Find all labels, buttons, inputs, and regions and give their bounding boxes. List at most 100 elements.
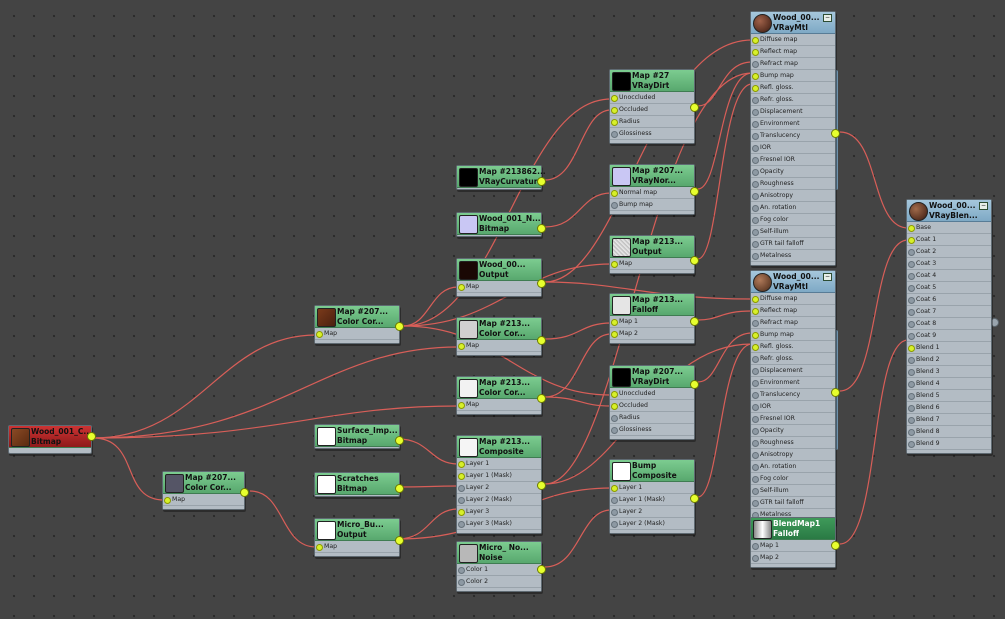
input-socket[interactable]: Bump map <box>610 199 694 211</box>
node-header[interactable]: Map #207... VRayNor... <box>610 165 694 187</box>
input-socket[interactable]: Coat 9 <box>907 330 991 342</box>
input-socket[interactable]: Base <box>907 222 991 234</box>
node-bitmap-surface[interactable]: Surface_Imp... Bitmap <box>314 424 404 449</box>
node-composite-213[interactable]: Map #213... Composite Layer 1 Layer 1 (M… <box>456 435 546 534</box>
input-socket[interactable]: Metalness <box>751 250 835 262</box>
node-header[interactable]: Map #27 VRayDirt <box>610 70 694 92</box>
output-socket[interactable] <box>831 388 840 397</box>
input-socket[interactable]: Coat 6 <box>907 294 991 306</box>
input-map[interactable]: Map <box>163 494 244 506</box>
input-socket[interactable]: Refract map <box>751 58 835 70</box>
input-socket[interactable]: Layer 2 <box>457 482 541 494</box>
node-output-213[interactable]: Map #213... Output Map <box>609 235 699 274</box>
input-socket[interactable]: Unoccluded <box>610 388 694 400</box>
node-header[interactable]: Micro_Bu... Output <box>315 519 399 541</box>
node-header[interactable]: Wood_00... VRayMtl − <box>751 271 835 293</box>
node-color-correction-213a[interactable]: Map #213... Color Cor... Map <box>456 317 546 356</box>
output-socket[interactable] <box>395 484 404 493</box>
input-socket[interactable]: Coat 7 <box>907 306 991 318</box>
input-socket[interactable]: Environment <box>751 118 835 130</box>
input-socket[interactable]: Fresnel IOR <box>751 413 835 425</box>
output-socket[interactable] <box>537 394 546 403</box>
input-socket[interactable]: Coat 5 <box>907 282 991 294</box>
node-vraymtl-1[interactable]: Wood_00... VRayMtl − Diffuse map Reflect… <box>750 11 840 266</box>
input-socket[interactable]: GTR tail falloff <box>751 238 835 250</box>
node-vraydirt-207[interactable]: Map #207... VRayDirt Unoccluded Occluded… <box>609 365 699 440</box>
input-map[interactable]: Map <box>457 281 541 293</box>
output-socket[interactable] <box>537 336 546 345</box>
output-socket[interactable] <box>690 380 699 389</box>
input-socket[interactable]: Displacement <box>751 106 835 118</box>
input-socket[interactable]: Translucency <box>751 130 835 142</box>
input-socket[interactable]: Diffuse map <box>751 293 835 305</box>
input-socket[interactable]: An. rotation <box>751 202 835 214</box>
input-socket[interactable]: GTR tail falloff <box>751 497 835 509</box>
input-socket[interactable]: IOR <box>751 142 835 154</box>
input-socket[interactable]: Normal map <box>610 187 694 199</box>
input-socket[interactable]: Radius <box>610 116 694 128</box>
input-socket[interactable]: Glossiness <box>610 424 694 436</box>
input-socket[interactable]: Coat 2 <box>907 246 991 258</box>
node-header[interactable]: Bump Composite <box>610 460 694 482</box>
input-socket[interactable]: Unoccluded <box>610 92 694 104</box>
input-socket[interactable]: Fresnel IOR <box>751 154 835 166</box>
input-socket[interactable]: Refr. gloss. <box>751 94 835 106</box>
input-socket[interactable]: Refl. gloss. <box>751 341 835 353</box>
input-socket[interactable]: Layer 1 (Mask) <box>457 470 541 482</box>
input-socket[interactable]: Fog color <box>751 214 835 226</box>
input-socket[interactable]: Blend 5 <box>907 390 991 402</box>
node-bitmap-diffuse[interactable]: Wood_001_C... Bitmap <box>8 425 96 454</box>
output-socket[interactable] <box>537 279 546 288</box>
input-socket[interactable]: Bump map <box>751 329 835 341</box>
node-header[interactable]: Map #207... VRayDirt <box>610 366 694 388</box>
input-socket[interactable]: Blend 3 <box>907 366 991 378</box>
output-socket[interactable] <box>690 103 699 112</box>
node-vraycurvature[interactable]: Map #213862... VRayCurvature <box>456 165 546 190</box>
input-socket[interactable]: Blend 4 <box>907 378 991 390</box>
input-socket[interactable]: Occluded <box>610 104 694 116</box>
output-socket[interactable] <box>537 224 546 233</box>
node-header[interactable]: Map #207... Color Cor... <box>315 306 399 328</box>
node-blendmap-falloff[interactable]: BlendMap1 Falloff Map 1 Map 2 <box>750 517 840 568</box>
input-socket[interactable]: Layer 2 (Mask) <box>610 518 694 530</box>
node-vrayblendmtl[interactable]: Wood_00... VRayBlen... − Base Coat 1 Coa… <box>906 199 992 454</box>
input-socket[interactable]: Coat 3 <box>907 258 991 270</box>
node-vraymtl-2[interactable]: Wood_00... VRayMtl − Diffuse map Reflect… <box>750 270 840 525</box>
input-map[interactable]: Map <box>315 541 399 553</box>
input-socket[interactable]: Opacity <box>751 425 835 437</box>
output-socket[interactable] <box>240 488 249 497</box>
input-map[interactable]: Map <box>457 340 541 352</box>
input-socket[interactable]: Layer 2 (Mask) <box>457 494 541 506</box>
node-bump-composite[interactable]: Bump Composite Layer 1 Layer 1 (Mask) La… <box>609 459 699 534</box>
output-socket[interactable] <box>690 256 699 265</box>
minimize-button[interactable]: − <box>823 273 832 281</box>
input-socket[interactable]: Layer 1 <box>457 458 541 470</box>
input-map[interactable]: Map <box>610 258 694 270</box>
input-socket[interactable]: Layer 3 <box>457 506 541 518</box>
input-socket[interactable]: Bump map <box>751 70 835 82</box>
node-header[interactable]: Micro_ No... Noise <box>457 542 541 564</box>
node-header[interactable]: Map #213... Color Cor... <box>457 377 541 399</box>
input-socket[interactable]: An. rotation <box>751 461 835 473</box>
output-socket[interactable] <box>690 494 699 503</box>
input-socket[interactable]: Color 2 <box>457 576 541 588</box>
output-socket[interactable] <box>690 317 699 326</box>
node-bitmap-scratches[interactable]: Scratches Bitmap <box>314 472 404 497</box>
input-socket[interactable]: Refr. gloss. <box>751 353 835 365</box>
minimize-button[interactable]: − <box>823 14 832 22</box>
output-socket[interactable] <box>831 129 840 138</box>
input-socket[interactable]: Anisotropy <box>751 449 835 461</box>
input-socket[interactable]: Coat 8 <box>907 318 991 330</box>
input-socket[interactable]: Translucency <box>751 389 835 401</box>
input-socket[interactable]: Reflect map <box>751 46 835 58</box>
node-color-correction-213b[interactable]: Map #213... Color Cor... Map <box>456 376 546 415</box>
node-header[interactable]: Map #213... Output <box>610 236 694 258</box>
node-header[interactable]: Surface_Imp... Bitmap <box>315 425 399 447</box>
node-color-correction-b[interactable]: Map #207... Color Cor... Map <box>162 471 249 510</box>
input-socket[interactable]: Color 1 <box>457 564 541 576</box>
output-socket[interactable] <box>831 541 840 550</box>
input-socket[interactable]: Blend 2 <box>907 354 991 366</box>
node-header[interactable]: Map #213... Color Cor... <box>457 318 541 340</box>
input-socket[interactable]: Layer 1 <box>610 482 694 494</box>
input-socket[interactable]: Layer 3 (Mask) <box>457 518 541 530</box>
